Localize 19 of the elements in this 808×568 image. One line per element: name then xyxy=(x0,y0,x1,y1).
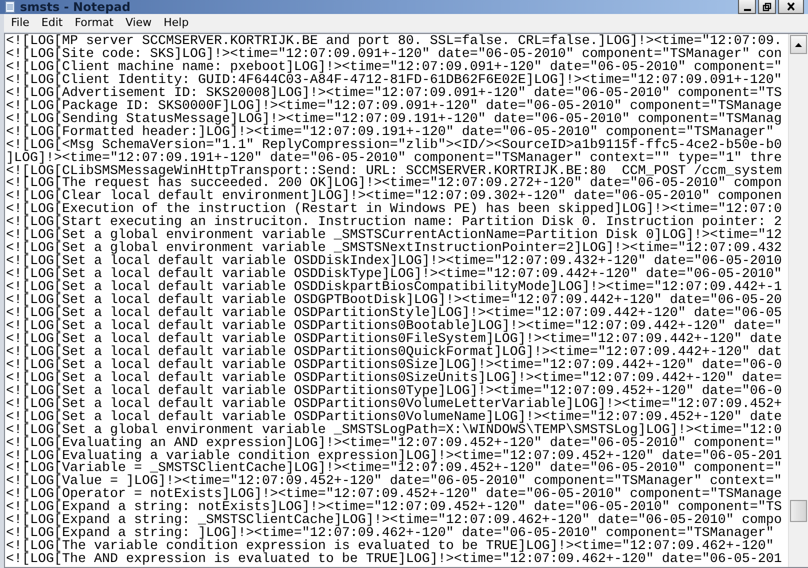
scroll-up-button[interactable] xyxy=(790,35,807,54)
vertical-scrollbar[interactable] xyxy=(788,34,808,567)
up-arrow-icon xyxy=(795,42,802,46)
maximize-button[interactable] xyxy=(758,0,776,14)
minimize-icon xyxy=(744,8,750,10)
close-icon xyxy=(786,2,796,12)
menu-item[interactable]: File xyxy=(6,14,34,32)
menu-item[interactable]: Format xyxy=(70,14,118,32)
menu-item[interactable]: View xyxy=(120,14,157,32)
menu-item[interactable]: Help xyxy=(158,14,194,32)
text-line: <![LOG[Evaluating an AND expression]LOG]!><time="12:07:09.452+-120" date="06-05-2010" component=" xyxy=(6,438,782,450)
text-line: <![LOG[The AND expression is evaluated to be TRUE]LOG]!><time="12:07:09.462+-120" date="06-05-201 xyxy=(6,554,782,567)
close-button[interactable] xyxy=(778,0,804,14)
menu-item[interactable]: Edit xyxy=(36,14,68,32)
text-area[interactable] xyxy=(4,33,808,568)
minimize-button[interactable] xyxy=(738,0,756,14)
restore-icon xyxy=(762,2,772,12)
scroll-thumb[interactable] xyxy=(790,500,807,522)
window-title: smsts - Notepad xyxy=(20,0,130,14)
